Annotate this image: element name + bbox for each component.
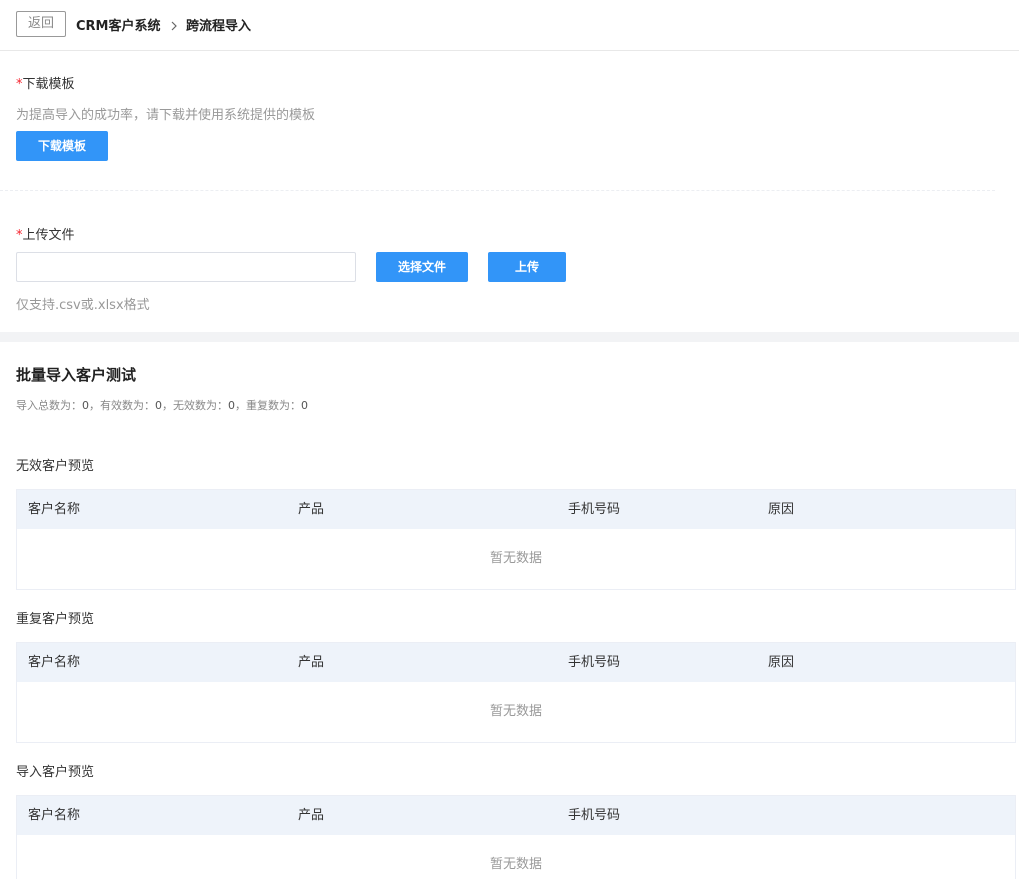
column-header: 客户名称: [28, 808, 81, 823]
invalid-preview-table: 客户名称 产品 手机号码 原因 暂无数据: [16, 489, 1016, 590]
table-header: 客户名称 产品 手机号码 原因: [17, 489, 1015, 529]
column-header: 手机号码: [568, 655, 621, 670]
stat-dup-label: ，重复数为：: [235, 399, 301, 412]
download-template-label-text: 下载模板: [22, 77, 75, 92]
duplicate-preview-table: 客户名称 产品 手机号码 原因 暂无数据: [16, 642, 1016, 743]
table-header: 客户名称 产品 手机号码 原因: [17, 642, 1015, 682]
stat-valid-value: 0: [155, 399, 162, 412]
stat-invalid-value: 0: [228, 399, 235, 412]
invalid-preview-title: 无效客户预览: [16, 459, 95, 474]
import-preview-title: 导入客户预览: [16, 765, 95, 780]
empty-state: 暂无数据: [489, 704, 542, 719]
column-header: 原因: [768, 502, 795, 517]
chevron-right-icon: [170, 17, 178, 36]
breadcrumb-current: 跨流程导入: [186, 19, 252, 34]
column-header: 产品: [298, 655, 325, 670]
duplicate-preview-title: 重复客户预览: [16, 612, 95, 627]
download-template-hint: 为提高导入的成功率，请下载并使用系统提供的模板: [16, 108, 316, 123]
choose-file-button[interactable]: 选择文件: [376, 252, 468, 282]
column-header: 原因: [768, 655, 795, 670]
stat-dup-value: 0: [301, 399, 308, 412]
section-divider: [0, 190, 995, 191]
back-button[interactable]: 返回: [16, 11, 66, 37]
upload-file-label-text: 上传文件: [22, 228, 75, 243]
download-template-button[interactable]: 下载模板: [16, 131, 108, 161]
page-header: 返回 CRM客户系统 跨流程导入: [0, 0, 1019, 51]
empty-state: 暂无数据: [489, 551, 542, 566]
table-body: 暂无数据: [17, 682, 1015, 742]
column-header: 手机号码: [568, 808, 621, 823]
stat-total-label: 导入总数为：: [16, 399, 82, 412]
column-header: 客户名称: [28, 502, 81, 517]
column-header: 产品: [298, 808, 325, 823]
import-preview-table: 客户名称 产品 手机号码 暂无数据: [16, 795, 1016, 879]
table-body: 暂无数据: [17, 835, 1015, 879]
section-separator: [0, 332, 1019, 342]
stat-total-value: 0: [82, 399, 89, 412]
page: 返回 CRM客户系统 跨流程导入 *下载模板 为提高导入的成功率，请下载并使用系…: [0, 0, 1019, 879]
batch-title: 批量导入客户测试: [16, 366, 137, 384]
import-stats: 导入总数为：0，有效数为：0，无效数为：0，重复数为：0: [16, 397, 308, 413]
breadcrumb-system[interactable]: CRM客户系统: [76, 15, 161, 34]
upload-button[interactable]: 上传: [488, 252, 566, 282]
table-body: 暂无数据: [17, 529, 1015, 589]
column-header: 手机号码: [568, 502, 621, 517]
file-path-input[interactable]: [16, 252, 356, 282]
empty-state: 暂无数据: [489, 857, 542, 872]
download-template-label: *下载模板: [16, 73, 75, 92]
column-header: 客户名称: [28, 655, 81, 670]
stat-valid-label: ，有效数为：: [89, 399, 155, 412]
stat-invalid-label: ，无效数为：: [162, 399, 228, 412]
upload-file-label: *上传文件: [16, 224, 75, 243]
column-header: 产品: [298, 502, 325, 517]
upload-format-hint: 仅支持.csv或.xlsx格式: [16, 298, 150, 313]
table-header: 客户名称 产品 手机号码: [17, 795, 1015, 835]
